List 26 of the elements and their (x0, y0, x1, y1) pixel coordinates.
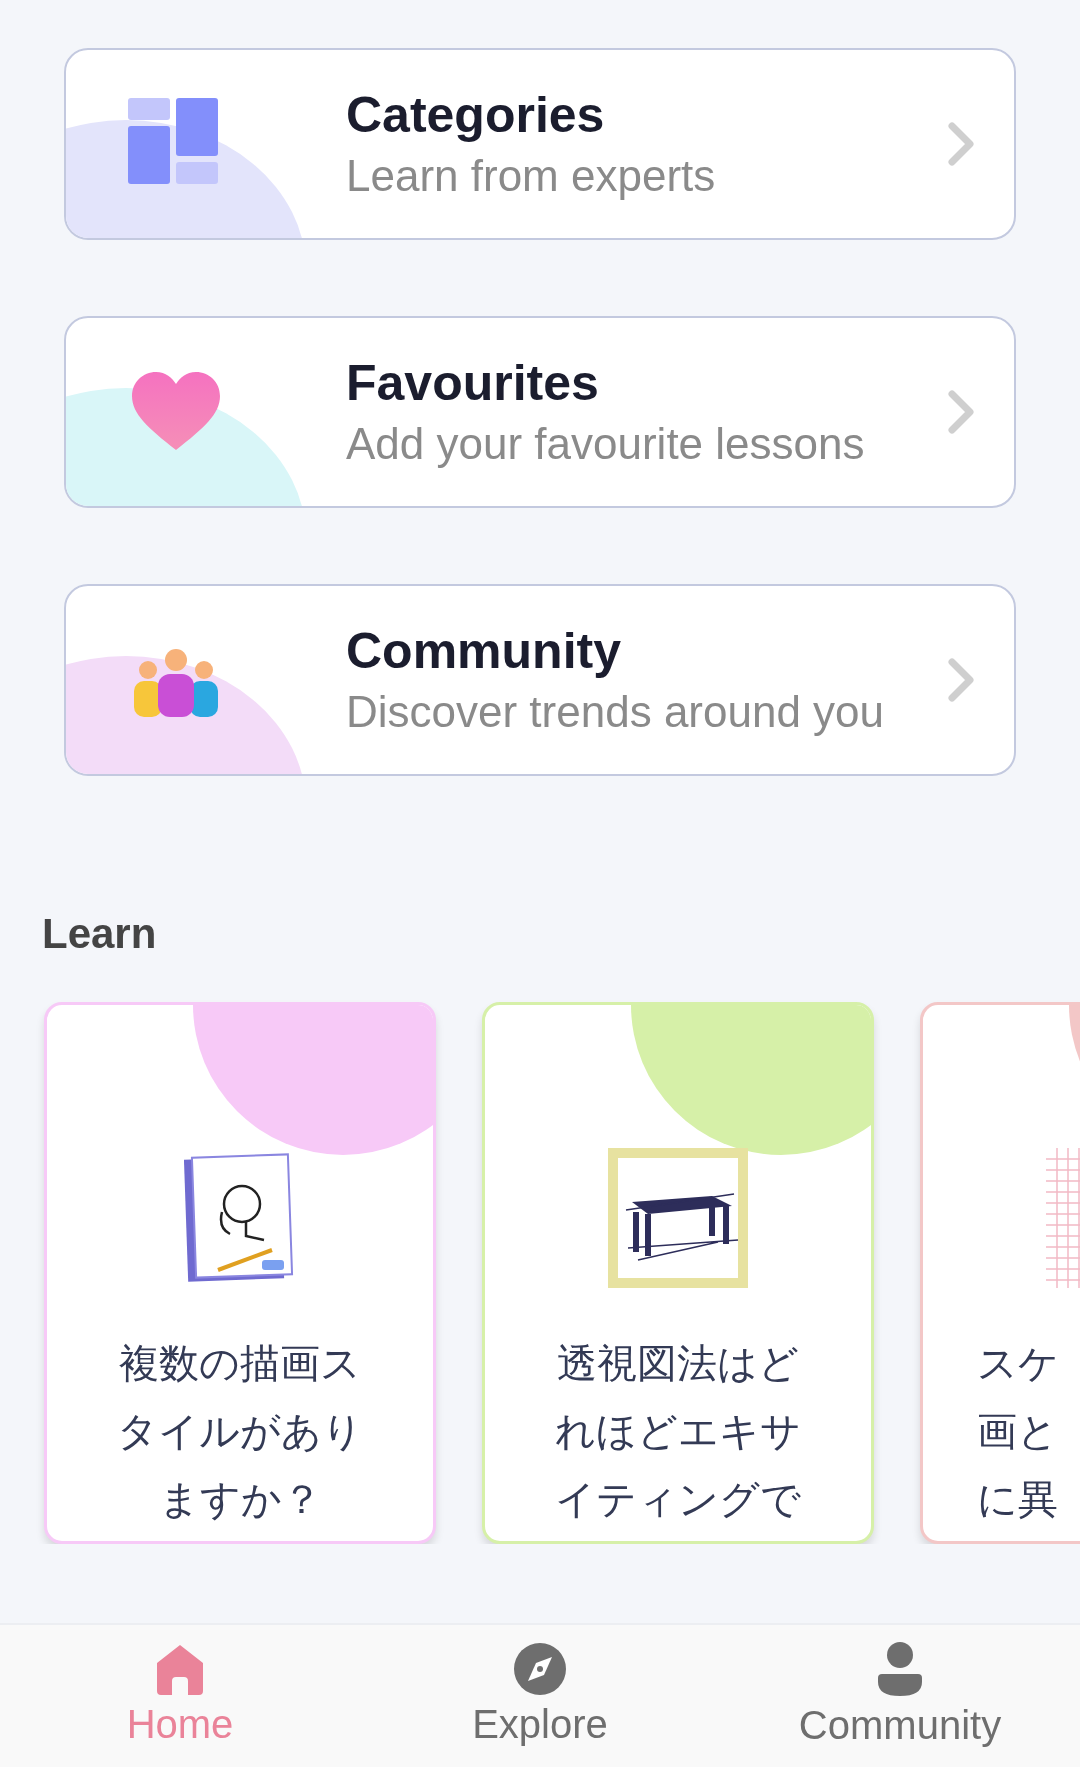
chevron-right-icon (948, 122, 974, 166)
nav-tab[interactable]: Explore (360, 1625, 720, 1767)
chevron-right-icon (948, 658, 974, 702)
menu-card[interactable]: Community Discover trends around you (64, 584, 1016, 776)
person-icon (878, 1642, 922, 1696)
lesson-card[interactable]: スケ 画と に異 (920, 1002, 1080, 1544)
section-heading: Learn (42, 909, 158, 959)
lesson-card[interactable]: 透視図法はど れほどエキサ イティングで (482, 1002, 874, 1544)
card-subtitle: Add your favourite lessons (346, 418, 866, 470)
card-title: Favourites (346, 354, 600, 413)
menu-card[interactable]: Categories Learn from experts (64, 48, 1016, 240)
card-title: Community (346, 622, 622, 681)
card-subtitle: Learn from experts (346, 150, 717, 202)
card-title: Categories (346, 86, 606, 145)
chevron-right-icon (948, 390, 974, 434)
home-icon (155, 1643, 205, 1695)
card-subtitle: Discover trends around you (346, 686, 886, 738)
menu-card[interactable]: Favourites Add your favourite lessons (64, 316, 1016, 508)
compass-icon (514, 1643, 566, 1695)
table-sketch-icon (608, 1148, 748, 1288)
lesson-title: 透視図法はど れほどエキサ イティングで (555, 1339, 801, 1524)
lesson-title: スケ 画と に異 (977, 1339, 1059, 1524)
lesson-card[interactable]: 複数の描画ス タイルがあり ますか？ (44, 1002, 436, 1544)
lesson-title: 複数の描画ス タイルがあり ますか？ (117, 1339, 363, 1524)
nav-tab[interactable]: Community (720, 1625, 1080, 1767)
sketchbook-icon (184, 1152, 296, 1284)
